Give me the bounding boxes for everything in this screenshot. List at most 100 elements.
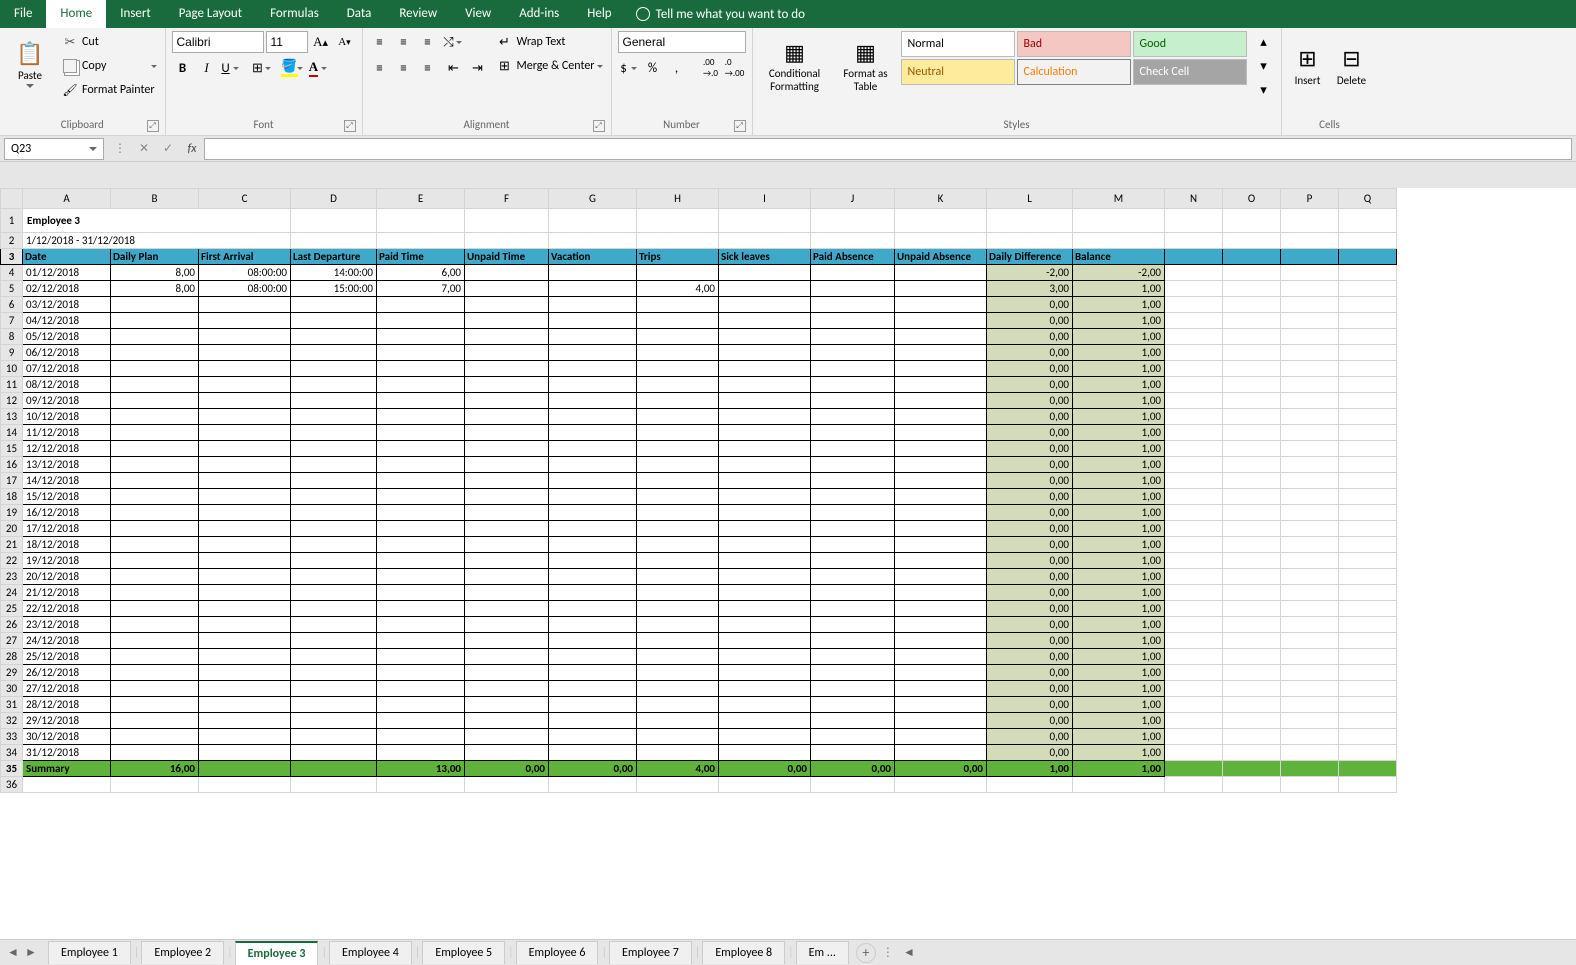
decrease-indent-button[interactable]: ⇤: [443, 57, 465, 79]
styles-more[interactable]: ▾: [1253, 79, 1275, 101]
tab-data[interactable]: Data: [333, 0, 386, 28]
row-header[interactable]: 29: [1, 665, 23, 681]
align-right-button[interactable]: ≡: [417, 57, 439, 79]
sheet-tab[interactable]: Employee 4: [329, 941, 412, 964]
bold-button[interactable]: B: [172, 57, 194, 79]
col-header-I[interactable]: I: [719, 189, 811, 209]
increase-decimal-button[interactable]: .00→.0: [700, 57, 722, 79]
row-header[interactable]: 23: [1, 569, 23, 585]
row-header[interactable]: 35: [1, 761, 23, 777]
copy-button[interactable]: Copy: [58, 55, 159, 77]
formula-input[interactable]: [204, 138, 1572, 160]
tab-formulas[interactable]: Formulas: [256, 0, 333, 28]
style-bad[interactable]: Bad: [1017, 31, 1131, 57]
percent-button[interactable]: %: [642, 57, 664, 79]
paste-button[interactable]: 📋 Paste: [6, 31, 54, 101]
styles-scroll-up[interactable]: ▴: [1253, 31, 1275, 53]
row-header[interactable]: 9: [1, 345, 23, 361]
comma-button[interactable]: ,: [666, 57, 688, 79]
style-good[interactable]: Good: [1133, 31, 1247, 57]
tab-page-layout[interactable]: Page Layout: [165, 0, 256, 28]
sheet-tab[interactable]: Employee 2: [141, 941, 224, 964]
style-neutral[interactable]: Neutral: [901, 59, 1015, 85]
accounting-format-button[interactable]: $: [618, 57, 640, 79]
row-header[interactable]: 22: [1, 553, 23, 569]
row-header[interactable]: 5: [1, 281, 23, 297]
tab-nav-prev[interactable]: ◄: [4, 944, 22, 962]
row-header[interactable]: 12: [1, 393, 23, 409]
col-header-B[interactable]: B: [111, 189, 199, 209]
row-header[interactable]: 33: [1, 729, 23, 745]
align-middle-button[interactable]: ≡: [393, 31, 415, 53]
number-format-select[interactable]: [618, 31, 746, 53]
row-header[interactable]: 4: [1, 265, 23, 281]
style-normal[interactable]: Normal: [901, 31, 1015, 57]
italic-button[interactable]: I: [196, 57, 218, 79]
sheet-tab[interactable]: Employee 3: [235, 941, 319, 965]
col-header-G[interactable]: G: [549, 189, 637, 209]
row-header[interactable]: 36: [1, 777, 23, 793]
enter-formula-button[interactable]: ✓: [156, 138, 180, 160]
row-header[interactable]: 21: [1, 537, 23, 553]
fx-button[interactable]: fx: [180, 138, 204, 160]
col-header-C[interactable]: C: [199, 189, 291, 209]
row-header[interactable]: 13: [1, 409, 23, 425]
row-header[interactable]: 14: [1, 425, 23, 441]
increase-indent-button[interactable]: ⇥: [467, 57, 489, 79]
wrap-text-button[interactable]: ↵Wrap Text: [493, 31, 605, 53]
hscroll-left[interactable]: ◄: [900, 944, 918, 962]
delete-cells-button[interactable]: ⊟ Delete: [1332, 31, 1372, 101]
tab-review[interactable]: Review: [385, 0, 451, 28]
row-header[interactable]: 1: [1, 209, 23, 233]
new-sheet-button[interactable]: +: [856, 943, 876, 963]
row-header[interactable]: 27: [1, 633, 23, 649]
insert-cells-button[interactable]: ⊞ Insert: [1288, 31, 1328, 101]
row-header[interactable]: 6: [1, 297, 23, 313]
col-header-O[interactable]: O: [1223, 189, 1281, 209]
clipboard-launcher[interactable]: ⤢: [147, 120, 159, 132]
row-header[interactable]: 17: [1, 473, 23, 489]
tab-file[interactable]: File: [0, 0, 46, 28]
decrease-decimal-button[interactable]: .0→.00: [724, 57, 746, 79]
row-header[interactable]: 8: [1, 329, 23, 345]
row-header[interactable]: 15: [1, 441, 23, 457]
tell-me-search[interactable]: Tell me what you want to do: [636, 7, 805, 22]
col-header-J[interactable]: J: [811, 189, 895, 209]
row-header[interactable]: 31: [1, 697, 23, 713]
col-header-F[interactable]: F: [465, 189, 549, 209]
cut-button[interactable]: Cut: [58, 31, 159, 53]
row-header[interactable]: 26: [1, 617, 23, 633]
tab-home[interactable]: Home: [46, 0, 106, 28]
increase-font-button[interactable]: A▴: [310, 31, 332, 53]
row-header[interactable]: 32: [1, 713, 23, 729]
formula-more-button[interactable]: ⋮: [108, 138, 132, 160]
row-header[interactable]: 11: [1, 377, 23, 393]
number-launcher[interactable]: ⤢: [734, 120, 746, 132]
col-header-K[interactable]: K: [895, 189, 987, 209]
font-name-input[interactable]: [172, 31, 264, 53]
font-color-button[interactable]: A: [308, 57, 330, 79]
col-header-L[interactable]: L: [987, 189, 1073, 209]
underline-button[interactable]: U: [220, 57, 242, 79]
tab-help[interactable]: Help: [573, 0, 625, 28]
row-header[interactable]: 18: [1, 489, 23, 505]
sheet-tab[interactable]: Employee 5: [422, 941, 505, 964]
row-header[interactable]: 19: [1, 505, 23, 521]
merge-center-button[interactable]: ⊞Merge & Center: [493, 55, 605, 77]
sheet-tab[interactable]: Employee 1: [48, 941, 131, 964]
border-button[interactable]: ⊞: [252, 57, 274, 79]
cancel-formula-button[interactable]: ✕: [132, 138, 156, 160]
row-header[interactable]: 2: [1, 233, 23, 249]
align-left-button[interactable]: ≡: [369, 57, 391, 79]
col-header-P[interactable]: P: [1281, 189, 1339, 209]
sheet-tab[interactable]: Em ...: [796, 941, 849, 964]
orientation-button[interactable]: ⤭: [443, 31, 465, 53]
format-painter-button[interactable]: Format Painter: [58, 79, 159, 101]
align-top-button[interactable]: ≡: [369, 31, 391, 53]
align-center-button[interactable]: ≡: [393, 57, 415, 79]
fill-color-button[interactable]: 🪣: [284, 57, 306, 79]
col-header-H[interactable]: H: [637, 189, 719, 209]
sheet-tab[interactable]: Employee 7: [609, 941, 692, 964]
format-as-table-button[interactable]: ▦ Format as Table: [835, 31, 897, 101]
row-header[interactable]: 34: [1, 745, 23, 761]
